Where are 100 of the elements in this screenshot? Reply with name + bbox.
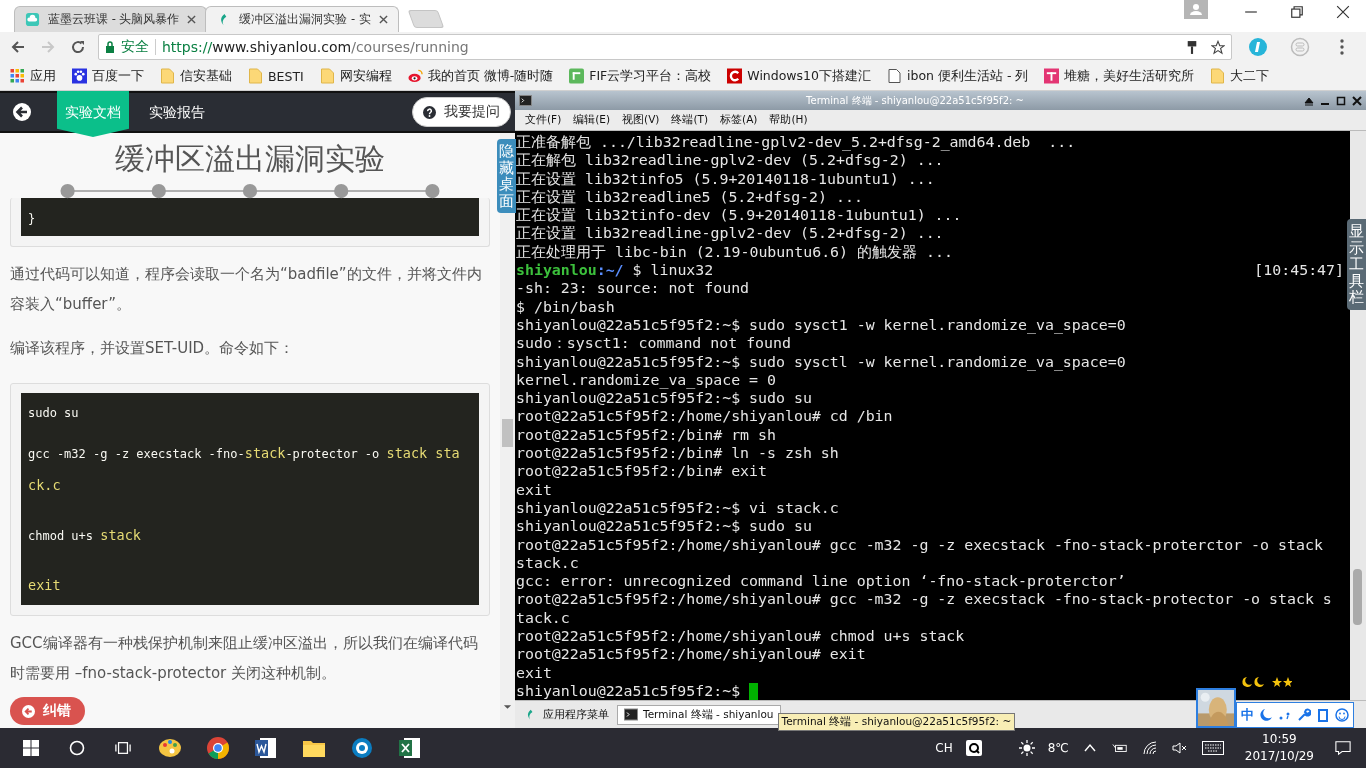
ask-question-button[interactable]: 我要提问	[412, 97, 511, 127]
circle-app-icon[interactable]	[350, 736, 374, 760]
scrollbar-thumb[interactable]	[502, 419, 513, 447]
timestamp: [10:45:47]	[1254, 261, 1344, 280]
scrollbar-thumb[interactable]	[1353, 569, 1362, 625]
window-title: Terminal 终端 - shiyanlou@22a51c5f95f2: ~	[805, 93, 1025, 108]
keyboard-icon[interactable]	[1201, 741, 1224, 755]
menu-item[interactable]: 编辑(E)	[573, 113, 611, 127]
bookmark[interactable]: BESTI	[248, 68, 304, 84]
hide-desktop-tab[interactable]: 隐藏桌面	[497, 139, 516, 213]
terminal-line: shiyanlou@22a51c5f95f2:~$	[516, 681, 742, 701]
wifi-icon[interactable]	[1141, 740, 1158, 756]
smiley-icon[interactable]	[1335, 708, 1349, 722]
key-icon[interactable]	[1185, 39, 1199, 55]
browser-icon[interactable]	[206, 736, 230, 760]
bookmark[interactable]: 网安编程	[319, 67, 392, 85]
applications-menu[interactable]: 应用程序菜单	[515, 707, 617, 723]
taskbar-button[interactable]: Terminal 终端 - shiyanlou	[617, 704, 781, 725]
bookmark[interactable]: 堆糖，美好生活研究所	[1044, 67, 1195, 85]
terminal-line: 正在处理用于 libc-bin (2.19-0ubuntu6.6) 的触发器 ...	[516, 242, 954, 262]
wrench-icon[interactable]	[1297, 708, 1311, 722]
code-line: chmod u+s stack	[28, 526, 142, 545]
folder-icon	[319, 68, 335, 84]
close-icon[interactable]	[1352, 95, 1362, 106]
help-icon	[423, 105, 436, 119]
close-icon[interactable]	[378, 15, 388, 24]
bookmark[interactable]: FIF云学习平台：高校	[569, 67, 712, 85]
menu-item[interactable]: 帮助(H)	[769, 113, 808, 127]
terminal-line: kernel.randomize_va_space = 0	[516, 370, 777, 390]
tooltip: Terminal 终端 - shiyanlou@22a51c5f95f2: ~	[777, 712, 1016, 731]
code-line: ck.c	[28, 476, 62, 495]
show-toolbar-tab[interactable]: 显示工具栏	[1347, 219, 1366, 310]
terminal-line: stack.c	[516, 553, 580, 573]
paragraph: 通过代码可以知道，程序会读取一个名为“badfile”的文件，并将文件内容装入“buffer”。	[10, 264, 483, 315]
close-icon[interactable]	[1336, 5, 1350, 19]
address-field[interactable]: 安全 https://www.shiyanlou.com/courses/running	[98, 34, 1232, 60]
code-line: sudo su	[28, 405, 80, 422]
maximize-icon[interactable]	[1336, 95, 1346, 106]
terminal-line: root@22a51c5f95f2:/home/shiyanlou# cd /bin	[516, 407, 894, 426]
star-icon[interactable]	[1211, 39, 1225, 55]
bookmark[interactable]: 大二下	[1210, 67, 1270, 85]
terminal-line: 正在设置 lib32readline-gplv2-dev (5.2+dfsg-2) ...	[516, 224, 945, 243]
close-icon[interactable]	[187, 15, 197, 24]
shade-icon[interactable]	[1304, 95, 1314, 106]
muted-speaker-icon[interactable]	[1171, 740, 1188, 756]
terminal-line: exit	[516, 480, 553, 499]
terminal-line: 正在解包 lib32readline-gplv2-dev (5.2+dfsg-2) ...	[516, 151, 945, 170]
clipboard-icon[interactable]	[1316, 708, 1330, 722]
back-icon[interactable]	[10, 39, 26, 55]
page-icon	[887, 68, 902, 84]
terminal-line: root@22a51c5f95f2:/bin# exit	[516, 462, 769, 481]
browser-tab[interactable]: 缓冲区溢出漏洞实验 - 实	[205, 6, 399, 32]
clock[interactable]: 10:59 2017/10/29	[1244, 731, 1314, 765]
sun-icon	[1018, 740, 1035, 756]
back-icon[interactable]	[12, 102, 32, 122]
bookmark[interactable]: 应用	[10, 67, 56, 85]
page-title: 缓冲区溢出漏洞实验	[114, 141, 386, 177]
bookmark[interactable]: Windows10下搭建汇	[727, 67, 871, 85]
terminal-line: shiyanlou@22a51c5f95f2:~$ sudo sysctl -w kernel.randomize_va_space=0	[516, 352, 1127, 371]
report-error-button[interactable]: 纠错	[10, 697, 85, 725]
folder-icon	[1210, 68, 1226, 84]
q-badge-icon[interactable]	[965, 740, 982, 756]
task-view-icon[interactable]	[115, 740, 131, 756]
language-indicator[interactable]: CH	[935, 741, 953, 755]
paw-icon	[72, 68, 87, 84]
spreadsheet-app-icon[interactable]	[398, 736, 422, 760]
terminal-line: 正在设置 lib32readline5 (5.2+dfsg-2) ...	[516, 187, 864, 207]
terminal-line: 正准备解包 .../lib32readline-gplv2-dev_5.2+dfsg-2_amd64.deb ...	[516, 133, 1077, 152]
bookmark[interactable]: 我的首页 微博-随时随	[407, 67, 554, 85]
menu-item[interactable]: 文件(F)	[525, 113, 562, 127]
terminal-line: root@22a51c5f95f2:/home/shiyanlou# exit	[516, 645, 867, 664]
document-app-icon[interactable]	[254, 736, 278, 760]
temperature: 8℃	[1047, 741, 1069, 755]
moon-icon[interactable]	[1259, 708, 1273, 722]
doc-tab[interactable]: 实验报告	[141, 93, 213, 131]
bookmark[interactable]: 百度一下	[72, 67, 144, 85]
scroll-down-icon[interactable]	[503, 704, 512, 710]
moon-star-icon	[1242, 676, 1292, 688]
notification-icon[interactable]	[1335, 740, 1351, 756]
terminal-line: root@22a51c5f95f2:/home/shiyanlou# gcc -m32 -g -z execstack -fno-stack-protector -o stack s	[516, 590, 1333, 609]
start-icon[interactable]	[23, 740, 39, 756]
restore-icon[interactable]	[1290, 5, 1304, 19]
terminal-line: root@22a51c5f95f2:/home/shiyanlou# gcc -m32 -g -z execstack -fno-stack-proterctor -o stack	[516, 535, 1324, 554]
reload-icon[interactable]	[70, 39, 86, 55]
terminal-line: exit	[516, 663, 553, 682]
terminal-line: $ /bin/bash	[516, 297, 616, 316]
terminal-line: shiyanlou@22a51c5f95f2:~$ sudo su	[516, 517, 813, 536]
menu-item[interactable]: 终端(T)	[671, 113, 709, 127]
browser-tab[interactable]: 蓝墨云班课 - 头脑风暴作	[14, 6, 208, 32]
palette-icon[interactable]	[158, 736, 182, 760]
terminal-line: gcc: error: unrecognized command line option ‘-fno-stack-proterctor’	[516, 572, 1127, 591]
menu-item[interactable]: 标签(A)	[720, 113, 758, 127]
ime-mode-button[interactable]: 中	[1241, 706, 1254, 724]
bookmark[interactable]: 信安基础	[160, 67, 232, 85]
scrollbar[interactable]	[500, 133, 515, 728]
bookmark[interactable]: ibon 便利生活站 - 列	[887, 67, 1029, 85]
folder-icon	[160, 68, 175, 84]
menu-item[interactable]: 视图(V)	[622, 113, 660, 127]
search-icon[interactable]	[69, 740, 85, 756]
code-line: exit	[28, 576, 62, 595]
